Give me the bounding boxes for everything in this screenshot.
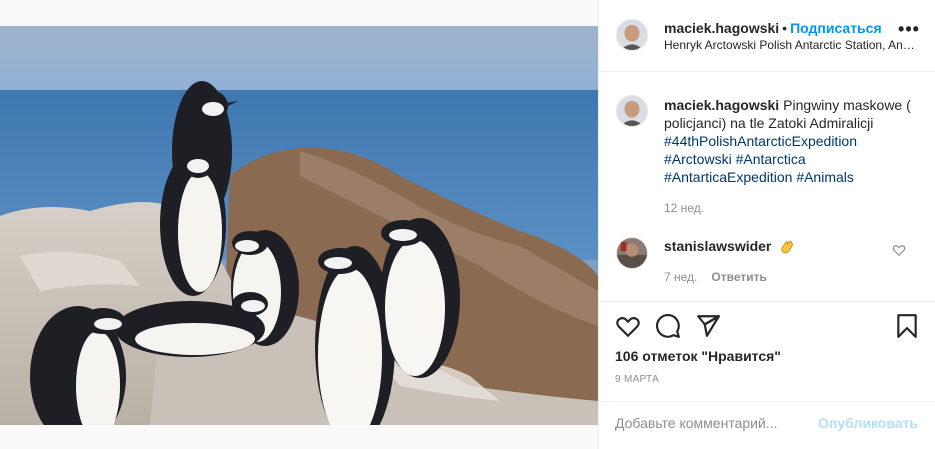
like-comment-heart-icon[interactable] [892,243,906,257]
hashtag-link[interactable]: #AntarticaExpedition [664,169,792,185]
caption-text: maciek.hagowski Pingwiny maskowe ( policj… [664,96,919,186]
penguins-photo [0,26,598,425]
likes-count[interactable]: 106 отметок "Нравится" [615,348,781,364]
more-options-icon[interactable]: ••• [898,20,920,44]
post-actions: 106 отметок "Нравится" 9 МАРТА [599,301,935,411]
caption-author-avatar[interactable] [616,95,648,127]
post-photo[interactable] [0,26,598,425]
author-line: maciek.hagowski • Подписаться [664,20,882,36]
hashtag-link[interactable]: #Arctowski [664,151,732,167]
post-date[interactable]: 9 МАРТА [615,374,659,385]
commenter-username[interactable]: stanislawswider [664,238,771,254]
comment-input[interactable]: Добавьте комментарий... [615,415,815,431]
author-username[interactable]: maciek.hagowski [664,20,779,36]
location-link[interactable]: Henryk Arctowski Polish Antarctic Statio… [664,38,916,52]
hashtag-link[interactable]: #44thPolishAntarcticExpedition [664,133,857,149]
comment-icon[interactable] [655,313,681,339]
clapping-hands-icon [779,239,795,255]
separator-dot: • [782,20,788,36]
add-comment-bar: Добавьте комментарий... Опубликовать [599,401,935,449]
hashtag-link[interactable]: #Animals [796,169,854,185]
comment-line: stanislawswider [664,238,795,255]
follow-button[interactable]: Подписаться [790,20,882,36]
post-header: maciek.hagowski • Подписаться Henryk Arcto… [599,0,935,72]
comment-meta: 7 нед. Ответить [664,270,767,284]
reply-button[interactable]: Ответить [711,270,766,284]
publish-button[interactable]: Опубликовать [818,415,918,431]
comments-section: maciek.hagowski Pingwiny maskowe ( policj… [599,73,935,301]
commenter-avatar[interactable] [616,237,648,269]
share-icon[interactable] [695,313,721,339]
caption-username[interactable]: maciek.hagowski [664,97,779,113]
heart-icon[interactable] [615,313,641,339]
comment-timestamp[interactable]: 7 нед. [664,270,697,284]
caption-timestamp[interactable]: 12 нед. [664,201,704,215]
post-sidebar: maciek.hagowski • Подписаться Henryk Arcto… [598,0,935,449]
penguin [380,218,460,378]
bookmark-icon[interactable] [894,313,920,339]
author-avatar[interactable] [616,19,648,51]
post-container: maciek.hagowski • Подписаться Henryk Arcto… [0,0,935,449]
hashtag-link[interactable]: #Antarctica [736,151,806,167]
